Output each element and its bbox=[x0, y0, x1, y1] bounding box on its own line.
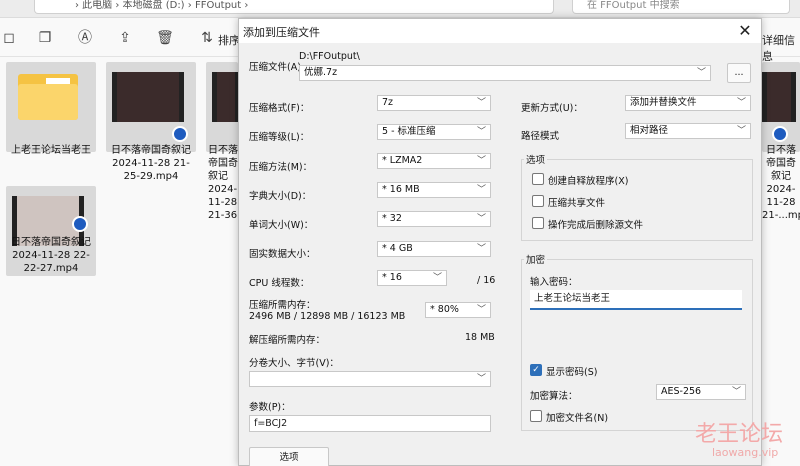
word-combo[interactable]: * 32 ﹀ bbox=[377, 211, 491, 227]
path-combo[interactable]: 相对路径 ﹀ bbox=[625, 123, 751, 139]
cpu-total: / 16 bbox=[477, 275, 496, 286]
level-combo[interactable]: 5 - 标准压缩 ﹀ bbox=[377, 124, 491, 140]
solid-combo[interactable]: * 4 GB ﹀ bbox=[377, 241, 491, 257]
player-badge-icon bbox=[172, 126, 188, 142]
add-to-archive-dialog: 添加到压缩文件 ✕ 压缩文件(A) D:\FFOutput\ 优娜.7z ﹀ ..… bbox=[238, 18, 762, 466]
encrypt-names-label: 加密文件名(N) bbox=[546, 413, 609, 424]
shared-label: 压缩共享文件 bbox=[548, 198, 606, 209]
cpu-label: CPU 线程数： bbox=[249, 278, 310, 289]
explorer-topbar: › 此电脑 › 本地磁盘 (D:) › FFOutput › 在 FFOutpu… bbox=[0, 0, 800, 18]
file-label: 上老王论坛当老王 bbox=[11, 145, 91, 156]
chevron-down-icon: ﹀ bbox=[731, 387, 741, 397]
archive-dir: D:\FFOutput\ bbox=[299, 51, 360, 62]
file-item-video[interactable]: 日不落帝国奇叙记 2024-11-28 22-22-27.mp4 bbox=[6, 186, 96, 276]
method-combo[interactable]: * LZMA2 ﹀ bbox=[377, 153, 491, 169]
file-label: 日不落帝国奇叙记 2024-11-28 21-36 bbox=[208, 145, 238, 221]
mem-value: 2496 MB / 12898 MB / 16123 MB bbox=[249, 311, 406, 322]
encrypt-names-checkbox[interactable] bbox=[530, 410, 542, 422]
path-label: 路径模式 bbox=[521, 131, 560, 142]
rename-icon[interactable]: Ⓐ bbox=[76, 29, 94, 47]
decomp-value: 18 MB bbox=[465, 332, 495, 343]
close-icon[interactable]: ✕ bbox=[735, 21, 755, 41]
options-button[interactable]: 选项 bbox=[249, 447, 329, 466]
sfx-checkbox[interactable] bbox=[532, 173, 544, 185]
split-label: 分卷大小、字节(V)： bbox=[249, 358, 339, 369]
password-input[interactable]: 上老王论坛当老王 bbox=[530, 290, 742, 310]
sort-icon[interactable]: ⇅ bbox=[198, 29, 216, 47]
sfx-label: 创建自释放程序(X) bbox=[548, 176, 629, 187]
password-label: 输入密码： bbox=[530, 277, 578, 288]
file-label: 日不落帝国奇叙记 2024-11-28 22-22-27.mp4 bbox=[11, 237, 91, 274]
params-label: 参数(P)： bbox=[249, 402, 291, 413]
file-label: 日不落帝国奇叙记 2024-11-28 21-25-29.mp4 bbox=[111, 145, 191, 182]
share-icon[interactable]: ⇪ bbox=[116, 29, 134, 47]
sort-button[interactable]: 排序 bbox=[218, 32, 240, 48]
file-item-video[interactable]: 日不落帝国奇叙记 2024-11-28 21-...mp4 bbox=[762, 62, 800, 221]
file-item-video[interactable]: 日不落帝国奇叙记 2024-11-28 21-25-29.mp4 bbox=[106, 62, 196, 182]
update-combo[interactable]: 添加并替换文件 ﹀ bbox=[625, 95, 751, 111]
watermark-logo: 老王论坛 bbox=[695, 422, 784, 447]
encryption-group-title: 加密 bbox=[524, 252, 548, 266]
chevron-down-icon: ﹀ bbox=[736, 126, 746, 136]
chevron-down-icon: ﹀ bbox=[476, 214, 486, 224]
mem-percent-combo[interactable]: * 80% ﹀ bbox=[425, 302, 491, 318]
player-badge-icon bbox=[772, 126, 788, 142]
archive-name-combo[interactable]: 优娜.7z ﹀ bbox=[299, 65, 711, 81]
solid-label: 固实数据大小： bbox=[249, 249, 316, 260]
file-item-folder[interactable]: 上老王论坛当老王 bbox=[6, 62, 96, 156]
word-label: 单词大小(W)： bbox=[249, 220, 314, 231]
chevron-down-icon: ﹀ bbox=[476, 127, 486, 137]
dict-combo[interactable]: * 16 MB ﹀ bbox=[377, 182, 491, 198]
video-thumbnail-icon bbox=[112, 72, 184, 122]
options-group: 选项 创建自释放程序(X) 压缩共享文件 操作完成后删除源文件 bbox=[521, 152, 753, 241]
delete-checkbox[interactable] bbox=[532, 217, 544, 229]
chevron-down-icon: ﹀ bbox=[476, 374, 486, 384]
chevron-down-icon: ﹀ bbox=[476, 98, 486, 108]
copy-icon[interactable]: ❐ bbox=[36, 29, 54, 47]
encryption-group: 加密 输入密码： 上老王论坛当老王 ✓ 显示密码(S) 加密算法： AES-25… bbox=[521, 252, 753, 431]
method-label: 压缩方法(M)： bbox=[249, 162, 313, 173]
show-password-checkbox[interactable]: ✓ bbox=[530, 364, 542, 376]
chevron-down-icon: ﹀ bbox=[432, 273, 442, 283]
decomp-label: 解压缩所需内存： bbox=[249, 335, 326, 346]
browse-button[interactable]: ... bbox=[727, 63, 751, 83]
details-button[interactable]: 详细信息 bbox=[762, 32, 800, 64]
archive-label: 压缩文件(A) bbox=[249, 62, 301, 73]
update-label: 更新方式(U)： bbox=[521, 103, 583, 114]
new-icon[interactable]: ◻ bbox=[0, 29, 18, 47]
chevron-down-icon: ﹀ bbox=[476, 185, 486, 195]
search-box[interactable]: 在 FFOutput 中搜索 bbox=[572, 0, 790, 14]
format-combo[interactable]: 7z ﹀ bbox=[377, 95, 491, 111]
split-combo[interactable]: ﹀ bbox=[249, 371, 491, 387]
file-item-video[interactable]: 日不落帝国奇叙记 2024-11-28 21-36 bbox=[206, 62, 240, 221]
video-thumbnail-icon bbox=[762, 72, 796, 122]
chevron-down-icon: ﹀ bbox=[476, 156, 486, 166]
cpu-combo[interactable]: * 16 ﹀ bbox=[377, 270, 447, 286]
params-input[interactable]: f=BCJ2 bbox=[249, 415, 491, 432]
enc-method-label: 加密算法： bbox=[530, 391, 578, 402]
watermark-url: laowang.vip bbox=[712, 446, 779, 459]
level-label: 压缩等级(L)： bbox=[249, 132, 310, 143]
shared-checkbox[interactable] bbox=[532, 195, 544, 207]
chevron-down-icon: ﹀ bbox=[476, 244, 486, 254]
address-bar[interactable]: › 此电脑 › 本地磁盘 (D:) › FFOutput › bbox=[34, 0, 554, 14]
format-label: 压缩格式(F)： bbox=[249, 103, 310, 114]
player-badge-icon bbox=[72, 216, 88, 232]
dict-label: 字典大小(D)： bbox=[249, 191, 312, 202]
dialog-titlebar: 添加到压缩文件 ✕ bbox=[239, 19, 761, 43]
enc-method-combo[interactable]: AES-256 ﹀ bbox=[656, 384, 746, 400]
options-group-title: 选项 bbox=[524, 152, 548, 166]
dialog-title: 添加到压缩文件 bbox=[243, 26, 320, 39]
chevron-down-icon: ﹀ bbox=[736, 98, 746, 108]
mem-label: 压缩所需内存： bbox=[249, 300, 316, 311]
delete-icon[interactable]: 🗑 bbox=[156, 29, 174, 47]
chevron-down-icon: ﹀ bbox=[476, 305, 486, 315]
show-password-label: 显示密码(S) bbox=[546, 367, 598, 378]
delete-label: 操作完成后删除源文件 bbox=[548, 220, 644, 231]
video-thumbnail-icon bbox=[212, 72, 240, 122]
chevron-down-icon: ﹀ bbox=[696, 68, 706, 78]
file-label: 日不落帝国奇叙记 2024-11-28 21-...mp4 bbox=[762, 145, 800, 221]
